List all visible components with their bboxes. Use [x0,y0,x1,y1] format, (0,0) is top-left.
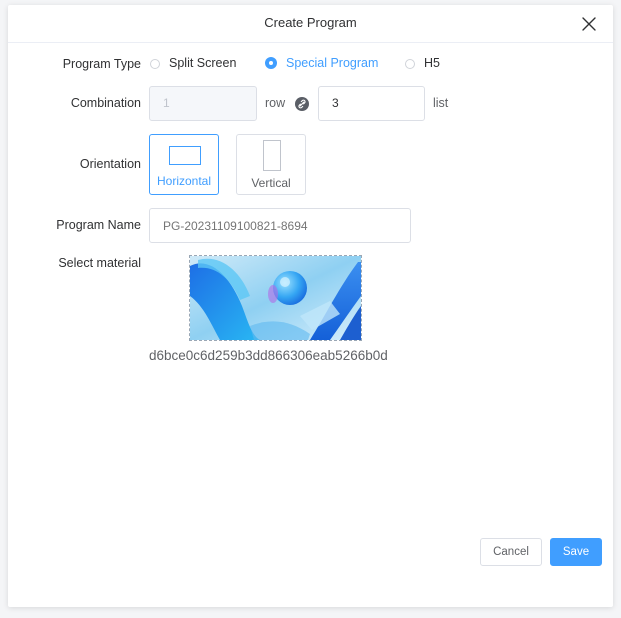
list-input[interactable]: 3 [318,86,425,121]
material-thumbnail[interactable] [189,255,362,341]
list-value: 3 [332,96,339,110]
vertical-screen-icon [263,140,281,171]
row-label: row [265,96,286,110]
save-button[interactable]: Save [550,538,602,566]
radio-special-program[interactable]: Special Program [265,56,378,70]
orientation-vertical-option[interactable]: Vertical [236,134,306,195]
close-icon[interactable] [578,13,600,35]
orientation-label: Orientation [79,157,141,171]
material-id: d6bce0c6d259b3dd866306eab5266b0d [149,348,388,363]
radio-h5[interactable]: H5 [405,56,440,70]
cancel-button[interactable]: Cancel [480,538,542,566]
radio-circle [150,59,160,69]
program-type-label: Program Type [62,57,141,71]
radio-circle [405,59,415,69]
dialog-title: Create Program [264,15,357,30]
combination-label: Combination [70,96,141,110]
radio-circle-checked [265,57,277,69]
dialog-header: Create Program [8,5,613,43]
rows-input: 1 [149,86,257,121]
radio-split-screen-label: Split Screen [169,56,237,70]
program-name-label: Program Name [56,218,141,232]
orientation-horizontal-option[interactable]: Horizontal [149,134,219,195]
orientation-horizontal-label: Horizontal [156,174,212,188]
horizontal-screen-icon [169,146,201,165]
radio-split-screen[interactable]: Split Screen [150,56,236,70]
radio-h5-label: H5 [424,56,440,70]
material-image [190,256,361,340]
rows-value: 1 [163,96,170,110]
list-label: list [433,96,449,110]
create-program-dialog: Create Program Program Type Split Screen… [8,5,613,607]
select-material-label: Select material [58,256,141,270]
radio-special-program-label: Special Program [286,56,379,70]
program-name-input[interactable] [149,208,411,243]
orientation-vertical-label: Vertical [251,176,291,190]
link-icon[interactable] [295,97,309,111]
